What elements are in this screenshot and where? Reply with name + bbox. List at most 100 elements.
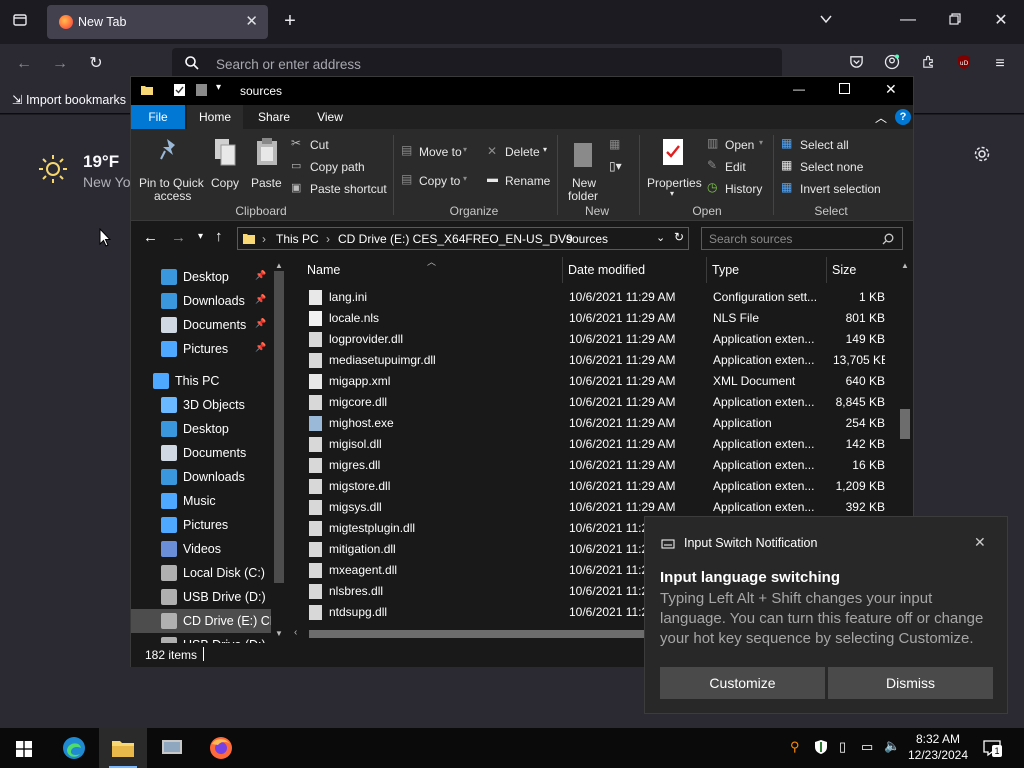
defender-shield-icon[interactable] — [814, 739, 828, 758]
table-row[interactable]: mighost.exe 10/6/2021 11:29 AM Application… — [289, 413, 893, 434]
new-folder-button[interactable]: New folder — [563, 133, 603, 203]
nav-item[interactable]: 3D Objects — [131, 393, 271, 417]
ublock-icon[interactable]: uD — [954, 54, 974, 76]
maximize-icon[interactable] — [839, 83, 850, 97]
usb-eject-icon[interactable]: ▯ — [839, 739, 846, 755]
nav-item[interactable]: Desktop — [131, 417, 271, 441]
import-bookmarks-link[interactable]: ⇲ Import bookmarks — [12, 92, 126, 107]
select-all-button[interactable]: ▦ Select all — [781, 136, 901, 154]
nav-item[interactable]: Local Disk (C:) — [131, 561, 271, 585]
horizontal-scroll-thumb[interactable] — [309, 630, 644, 638]
account-icon[interactable] — [882, 54, 902, 76]
back-icon[interactable]: ← — [14, 54, 34, 74]
taskbar-network-app[interactable] — [148, 728, 196, 768]
volume-muted-icon[interactable]: 🔈 — [884, 738, 900, 754]
column-header-date[interactable]: Date modified — [568, 257, 645, 283]
column-header-type[interactable]: Type — [712, 257, 739, 283]
nav-item[interactable]: USB Drive (D:) — [131, 633, 271, 643]
column-header-size[interactable]: Size — [832, 257, 856, 283]
table-row[interactable]: migcore.dll 10/6/2021 11:29 AM Application… — [289, 392, 893, 413]
pin-icon[interactable]: 📌 — [255, 342, 266, 353]
taskbar-firefox[interactable] — [197, 728, 245, 768]
rename-button[interactable]: ▬ Rename — [487, 172, 555, 190]
pin-icon[interactable]: 📌 — [255, 318, 266, 329]
column-header-name[interactable]: Name — [307, 257, 340, 283]
copy-path-button[interactable]: ▭ Copy path — [291, 158, 381, 176]
minimize-icon[interactable]: — — [898, 10, 918, 30]
close-window-icon[interactable]: ✕ — [991, 11, 1011, 31]
paste-button[interactable]: Paste — [247, 133, 287, 201]
close-tab-icon[interactable]: ✕ — [245, 12, 258, 30]
tab-file[interactable]: File — [131, 105, 185, 129]
nav-item[interactable]: Documents 📌 — [131, 313, 271, 337]
notification-center-icon[interactable]: 1 — [982, 739, 1002, 760]
extensions-icon[interactable] — [918, 54, 938, 75]
table-row[interactable]: migsys.dll 10/6/2021 11:29 AM Application … — [289, 497, 893, 518]
delete-button[interactable]: ✕ Delete ▾ — [487, 143, 555, 161]
restore-icon[interactable] — [945, 11, 965, 31]
customize-button[interactable]: Customize — [660, 667, 825, 699]
pin-icon[interactable]: 📌 — [255, 270, 266, 281]
dismiss-button[interactable]: Dismiss — [828, 667, 993, 699]
back-icon[interactable]: ← — [143, 229, 158, 246]
table-row[interactable]: migapp.xml 10/6/2021 11:29 AM XML Document… — [289, 371, 893, 392]
invert-selection-button[interactable]: ▦ Invert selection — [781, 180, 909, 198]
help-icon[interactable]: ? — [895, 109, 911, 125]
column-separator[interactable] — [826, 257, 827, 283]
nav-item[interactable]: Desktop 📌 — [131, 265, 271, 289]
breadcrumb-sources[interactable]: sources — [566, 232, 608, 246]
table-row[interactable]: locale.nls 10/6/2021 11:29 AM NLS File 801 … — [289, 308, 893, 329]
address-dropdown-icon[interactable]: ⌄ — [656, 231, 665, 244]
table-row[interactable]: logprovider.dll 10/6/2021 11:29 AM Applica… — [289, 329, 893, 350]
clock[interactable]: 8:32 AM 12/23/2024 — [906, 731, 970, 763]
column-separator[interactable] — [562, 257, 563, 283]
start-button[interactable] — [0, 728, 48, 768]
properties-qa-icon[interactable] — [173, 83, 186, 100]
nav-item[interactable]: Videos — [131, 537, 271, 561]
cut-button[interactable]: ✂ Cut — [291, 136, 381, 154]
nav-item[interactable]: USB Drive (D:) — [131, 585, 271, 609]
hscroll-left-icon[interactable]: ‹ — [294, 627, 297, 638]
taskbar-edge[interactable] — [50, 728, 98, 768]
scroll-thumb[interactable] — [900, 409, 910, 439]
easy-access-icon[interactable]: ▯▾ — [609, 159, 622, 173]
new-folder-qa-icon[interactable] — [195, 83, 208, 100]
chevron-down-icon[interactable] — [816, 12, 836, 32]
close-icon[interactable]: ✕ — [974, 534, 986, 551]
recent-locations-icon[interactable]: ▾ — [198, 231, 203, 242]
history-button[interactable]: ◷ History — [707, 180, 771, 198]
browser-tab[interactable]: New Tab ✕ — [47, 5, 268, 39]
nav-item[interactable]: This PC — [131, 369, 271, 393]
search-input[interactable]: Search sources — [701, 227, 903, 250]
nav-item[interactable]: Music — [131, 489, 271, 513]
select-none-button[interactable]: ▦ Select none — [781, 158, 901, 176]
pin-icon[interactable]: 📌 — [255, 294, 266, 305]
nav-item[interactable]: Pictures — [131, 513, 271, 537]
open-button[interactable]: ▥ Open ▾ — [707, 136, 767, 154]
menu-icon[interactable]: ≡ — [990, 54, 1010, 74]
nav-item[interactable]: Downloads — [131, 465, 271, 489]
table-row[interactable]: mediasetupuimgr.dll 10/6/2021 11:29 AM App… — [289, 350, 893, 371]
pocket-icon[interactable] — [846, 54, 866, 75]
scroll-thumb[interactable] — [274, 271, 284, 583]
forward-icon[interactable]: → — [171, 229, 186, 246]
table-row[interactable]: migres.dll 10/6/2021 11:29 AM Application … — [289, 455, 893, 476]
tab-view[interactable]: View — [303, 105, 357, 129]
nav-scrollbar[interactable]: ▲ ▼ — [271, 257, 287, 643]
close-icon[interactable]: ✕ — [885, 81, 897, 98]
nav-item[interactable]: Pictures 📌 — [131, 337, 271, 361]
table-row[interactable]: migisol.dll 10/6/2021 11:29 AM Application… — [289, 434, 893, 455]
minimize-icon[interactable]: — — [793, 82, 805, 96]
move-to-button[interactable]: ▤ Move to ▾ — [401, 143, 471, 161]
qa-dropdown-icon[interactable]: ▾ — [216, 82, 221, 93]
nav-item[interactable]: Documents — [131, 441, 271, 465]
refresh-icon[interactable]: ↻ — [674, 230, 684, 244]
scroll-up-icon[interactable]: ▲ — [901, 261, 909, 270]
properties-button[interactable]: Properties ▾ — [645, 133, 703, 201]
settings-gear-icon[interactable] — [973, 145, 991, 166]
tab-home[interactable]: Home — [187, 105, 243, 129]
taskbar-file-explorer[interactable] — [99, 728, 147, 768]
forward-icon[interactable]: → — [50, 54, 70, 74]
search-tray-icon[interactable]: ⚲ — [790, 739, 800, 755]
new-tab-icon[interactable]: + — [280, 11, 300, 31]
